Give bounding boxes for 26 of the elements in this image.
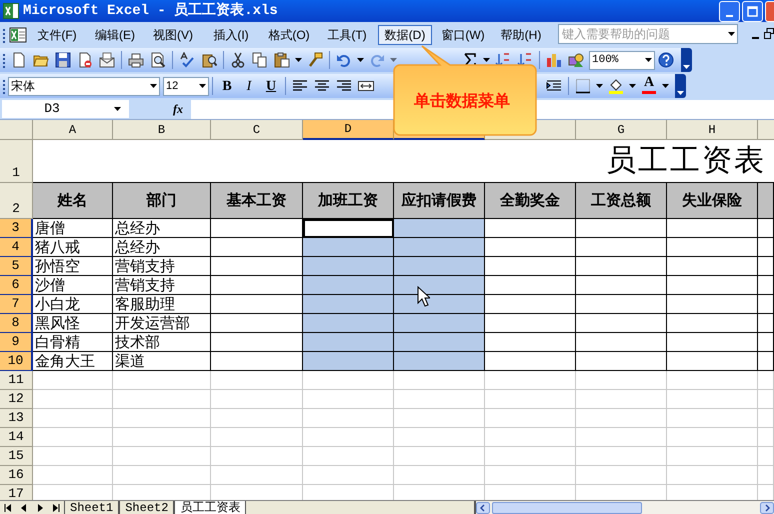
column-heading: 失业保险 bbox=[667, 183, 758, 219]
table-cell: 渠道 bbox=[113, 352, 211, 371]
table-cell: 唐僧 bbox=[33, 219, 113, 238]
callout-tooltip: 单击数据菜单 bbox=[392, 45, 538, 137]
table-cell: 猪八戒 bbox=[33, 238, 113, 257]
table-cell: 营销支持 bbox=[113, 257, 211, 276]
column-heading: 基本工资 bbox=[211, 183, 303, 219]
table-cell: 白骨精 bbox=[33, 333, 113, 352]
table-cell: 总经办 bbox=[113, 238, 211, 257]
column-heading: 部门 bbox=[113, 183, 211, 219]
column-heading: 应扣请假费 bbox=[394, 183, 485, 219]
table-cell: 金角大王 bbox=[33, 352, 113, 371]
window-title: Microsoft Excel - 员工工资表.xls bbox=[23, 1, 278, 20]
column-heading: 全勤奖金 bbox=[485, 183, 576, 219]
table-cell: 技术部 bbox=[113, 333, 211, 352]
table-cell: 黑风怪 bbox=[33, 314, 113, 333]
table-cell: 孙悟空 bbox=[33, 257, 113, 276]
table-cell: 小白龙 bbox=[33, 295, 113, 314]
table-cell: 沙僧 bbox=[33, 276, 113, 295]
column-heading: 加班工资 bbox=[303, 183, 394, 219]
table-cell: 客服助理 bbox=[113, 295, 211, 314]
table-cell: 营销支持 bbox=[113, 276, 211, 295]
table-cell: 开发运营部 bbox=[113, 314, 211, 333]
column-heading: 工资总额 bbox=[576, 183, 667, 219]
column-heading: 姓名 bbox=[33, 183, 113, 219]
table-cell: 总经办 bbox=[113, 219, 211, 238]
